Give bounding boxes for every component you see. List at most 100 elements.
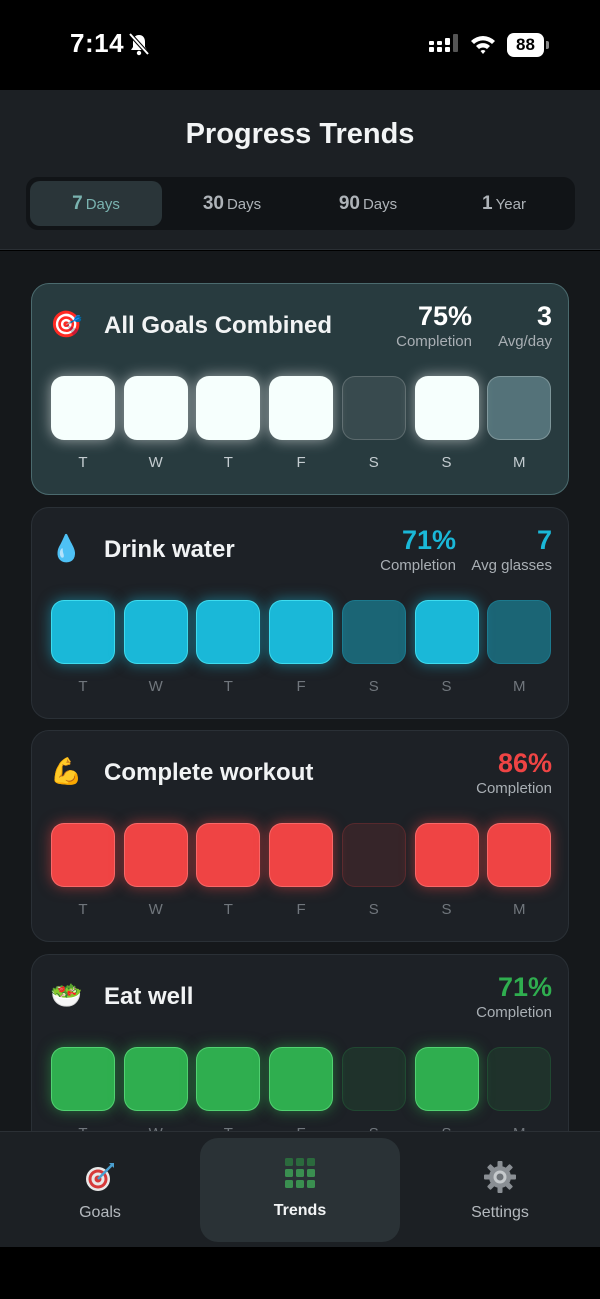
day-label: T <box>223 678 233 695</box>
day-cell[interactable] <box>414 1047 479 1111</box>
day-cell[interactable] <box>123 600 188 664</box>
segment-unit: Days <box>226 196 262 213</box>
completion-value: 71% <box>497 972 552 1002</box>
avg-value: 3 <box>536 301 552 331</box>
day-cell[interactable] <box>414 823 479 887</box>
day-label: T <box>223 454 233 471</box>
segment-7-days[interactable]: 7 Days <box>30 181 162 226</box>
day-cell[interactable] <box>341 1047 406 1111</box>
water-drop-icon: 💧 <box>50 534 83 564</box>
day-cell[interactable] <box>196 1047 261 1111</box>
day-label: W <box>148 678 163 695</box>
goal-card-all-goals[interactable]: 🎯 All Goals Combined 75% Completion 3 Av… <box>31 283 569 495</box>
day-label: T <box>78 901 88 918</box>
target-icon <box>86 1163 114 1191</box>
day-cell[interactable] <box>487 823 552 887</box>
day-cell[interactable] <box>414 600 479 664</box>
day-cell[interactable] <box>341 823 406 887</box>
goal-card-drink-water[interactable]: 💧 Drink water 71% Completion 7 Avg glass… <box>31 507 569 719</box>
goal-title: Complete workout <box>104 759 314 786</box>
home-indicator-area <box>0 1247 600 1299</box>
avg-label: Avg glasses <box>471 557 552 574</box>
segment-unit: Days <box>362 196 398 213</box>
day-cell[interactable] <box>487 376 552 440</box>
completion-stat: 86% Completion <box>476 748 552 797</box>
day-cell[interactable] <box>269 376 334 440</box>
day-label: M <box>512 678 526 695</box>
completion-label: Completion <box>380 557 456 574</box>
completion-stat: 75% Completion <box>396 301 472 350</box>
day-label: T <box>223 901 233 918</box>
avg-stat: 3 Avg/day <box>498 301 552 350</box>
tab-goals[interactable]: Goals <box>0 1132 200 1248</box>
completion-value: 75% <box>417 301 472 331</box>
day-label: W <box>148 901 163 918</box>
battery-level: 88 <box>507 33 544 57</box>
goal-title: Drink water <box>104 536 235 563</box>
day-cell[interactable] <box>269 1047 334 1111</box>
day-cell[interactable] <box>123 823 188 887</box>
day-cell[interactable] <box>196 823 261 887</box>
day-cell[interactable] <box>487 1047 552 1111</box>
day-cell[interactable] <box>269 823 334 887</box>
tab-settings[interactable]: Settings <box>400 1132 600 1248</box>
salad-icon: 🥗 <box>50 981 83 1011</box>
day-cell[interactable] <box>51 823 115 887</box>
status-time: 7:14 <box>70 28 125 58</box>
tab-trends[interactable]: Trends <box>200 1132 400 1248</box>
completion-value: 86% <box>497 748 552 778</box>
day-cell[interactable] <box>487 600 552 664</box>
segment-unit: Days <box>85 196 120 213</box>
day-cell[interactable] <box>414 376 479 440</box>
segment-90-days[interactable]: 90 Days <box>302 181 434 226</box>
trends-scroll-area[interactable]: 🎯 All Goals Combined 75% Completion 3 Av… <box>0 251 600 1131</box>
day-label: S <box>368 454 379 471</box>
wifi-icon <box>471 36 495 54</box>
signal-icon <box>429 34 458 52</box>
target-icon: 🎯 <box>50 310 83 340</box>
day-cell[interactable] <box>51 600 115 664</box>
tab-active-background <box>200 1138 400 1242</box>
day-label: T <box>78 678 88 695</box>
segment-number: 90 <box>338 193 360 214</box>
day-label: T <box>78 454 88 471</box>
bell-slash-icon <box>128 32 150 56</box>
completion-value: 71% <box>401 525 456 555</box>
day-cell[interactable] <box>269 600 334 664</box>
completion-stat: 71% Completion <box>476 972 552 1021</box>
segment-number: 7 <box>72 193 83 214</box>
segment-1-year[interactable]: 1 Year <box>438 181 570 226</box>
goal-card-eat-well[interactable]: 🥗 Eat well 71% Completion TWTFSSM <box>31 954 569 1131</box>
status-bar: 7:14 88 <box>0 0 600 90</box>
flexed-bicep-icon: 💪 <box>50 757 83 787</box>
completion-label: Completion <box>396 333 472 350</box>
day-cell[interactable] <box>341 376 406 440</box>
day-label: S <box>441 901 452 918</box>
segment-30-days[interactable]: 30 Days <box>166 181 298 226</box>
tab-label: Goals <box>79 1204 121 1221</box>
header: Progress Trends 7 Days 30 Days 90 Days 1 Yea… <box>0 90 600 250</box>
segment-unit: Year <box>495 196 526 213</box>
avg-value: 7 <box>536 525 552 555</box>
day-cell[interactable] <box>196 376 261 440</box>
completion-stat: 71% Completion <box>380 525 456 574</box>
day-cell[interactable] <box>341 600 406 664</box>
tab-bar: Goals Trends Settings <box>0 1131 600 1247</box>
grid-icon <box>285 1158 315 1188</box>
tab-label: Trends <box>273 1202 327 1219</box>
gear-icon <box>484 1161 516 1193</box>
day-cell[interactable] <box>51 1047 115 1111</box>
day-cell[interactable] <box>51 376 115 440</box>
segment-number: 30 <box>202 193 224 214</box>
day-label: M <box>512 901 526 918</box>
completion-label: Completion <box>476 1004 552 1021</box>
goal-card-complete-workout[interactable]: 💪 Complete workout 86% Completion T W T F S S… <box>31 730 569 942</box>
day-cell[interactable] <box>123 1047 188 1111</box>
day-cell[interactable] <box>196 600 261 664</box>
goal-title: All Goals Combined <box>104 312 333 339</box>
day-label: S <box>441 678 452 695</box>
page-title: Progress Trends <box>185 118 415 150</box>
battery-tip <box>546 41 549 49</box>
day-label: M <box>512 454 526 471</box>
day-cell[interactable] <box>123 376 188 440</box>
